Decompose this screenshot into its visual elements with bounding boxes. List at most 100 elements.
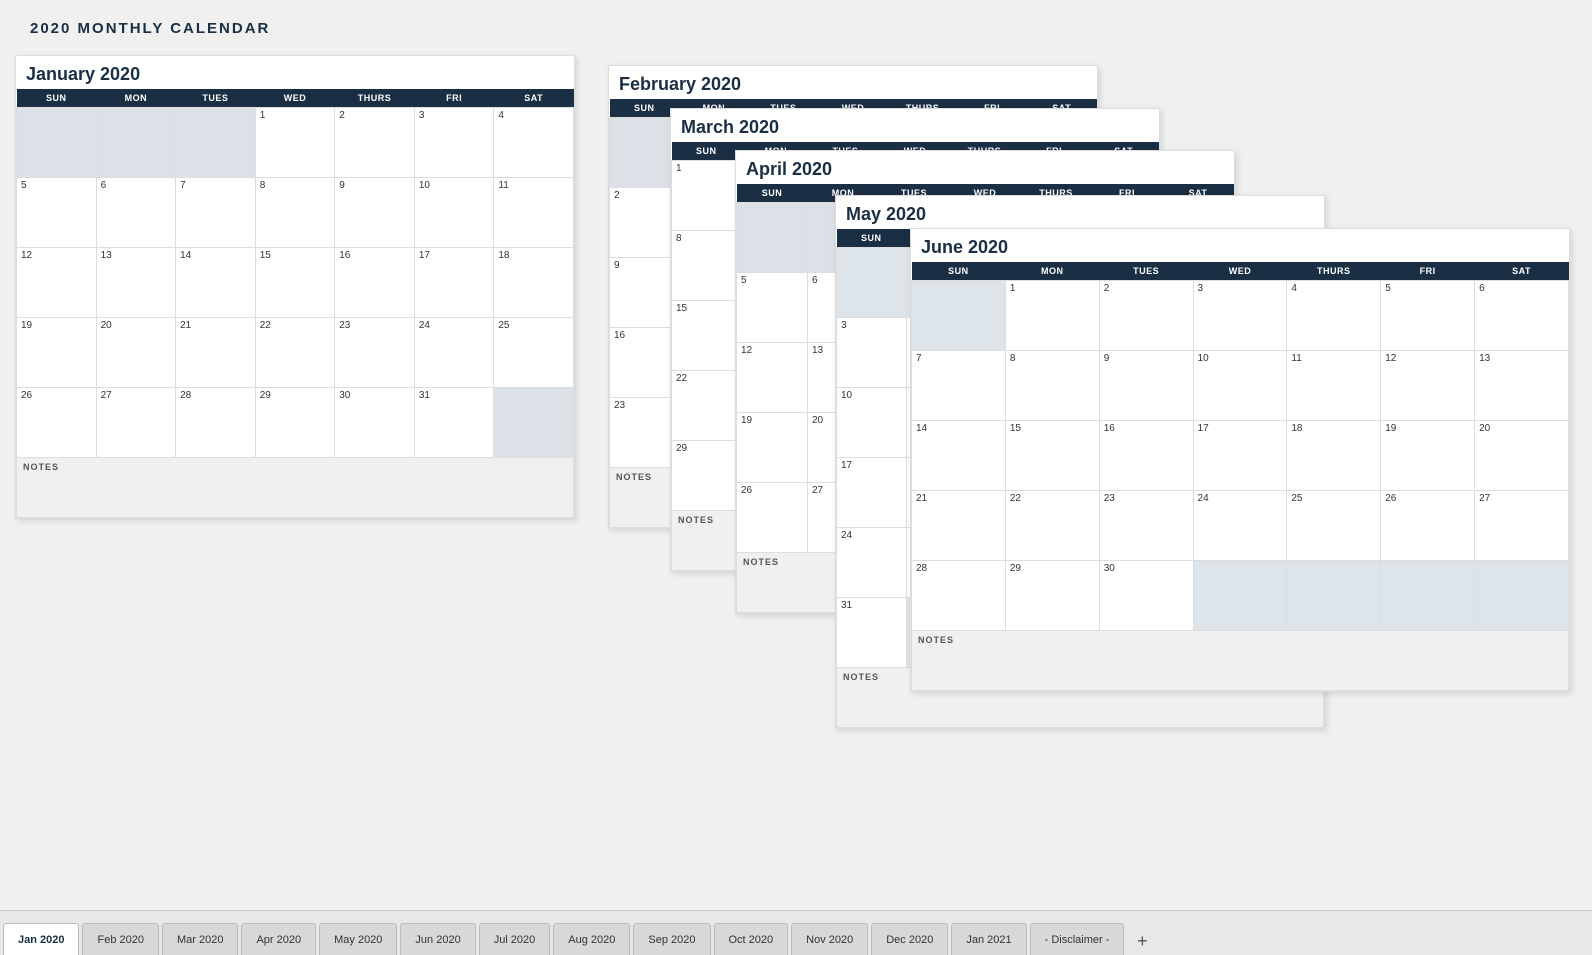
- calendar-cell: [494, 388, 574, 458]
- calendar-cell: 1: [1005, 281, 1099, 351]
- tab-apr2020[interactable]: Apr 2020: [241, 923, 316, 955]
- tab-disclaimer[interactable]: - Disclaimer -: [1030, 923, 1125, 955]
- calendar-cell: 7: [176, 178, 256, 248]
- day-header: FRI: [1381, 262, 1475, 281]
- day-header: SAT: [1475, 262, 1569, 281]
- calendar-cell: 1: [672, 161, 742, 231]
- day-header: WED: [1193, 262, 1287, 281]
- day-header: SUN: [672, 142, 742, 161]
- month-title-apr: April 2020: [736, 151, 1234, 184]
- calendar-cell: 2: [1099, 281, 1193, 351]
- day-header: FRI: [414, 89, 494, 108]
- calendar-cell: 29: [255, 388, 335, 458]
- calendar-cell: 9: [335, 178, 415, 248]
- tab-jul2020[interactable]: Jul 2020: [479, 923, 551, 955]
- calendar-cell: 28: [176, 388, 256, 458]
- calendar-cell: 11: [494, 178, 574, 248]
- calendar-cell: 15: [1005, 421, 1099, 491]
- calendar-cell: 10: [414, 178, 494, 248]
- tab-oct2020[interactable]: Oct 2020: [714, 923, 789, 955]
- calendar-cell: 16: [1099, 421, 1193, 491]
- tab-aug2020[interactable]: Aug 2020: [553, 923, 630, 955]
- calendar-cell: 6: [1475, 281, 1569, 351]
- calendar-cell: 15: [255, 248, 335, 318]
- tab-mar2020[interactable]: Mar 2020: [162, 923, 238, 955]
- calendar-table-jan: SUNMONTUESWEDTHURSFRISAT1234567891011121…: [16, 89, 574, 518]
- calendar-cell: 4: [1287, 281, 1381, 351]
- month-title-may: May 2020: [836, 196, 1324, 229]
- tab-nov2020[interactable]: Nov 2020: [791, 923, 868, 955]
- calendar-cell: 27: [1475, 491, 1569, 561]
- calendar-cell: 23: [610, 398, 680, 468]
- tab-jan2020[interactable]: Jan 2020: [3, 923, 79, 955]
- page-title: 2020 MONTHLY CALENDAR: [30, 20, 1562, 37]
- day-header: TUES: [1099, 262, 1193, 281]
- calendar-cell: 8: [255, 178, 335, 248]
- main-area: 2020 MONTHLY CALENDAR January 2020SUNMON…: [0, 0, 1592, 910]
- calendar-cell: 20: [1475, 421, 1569, 491]
- day-header: THURS: [335, 89, 415, 108]
- calendar-cell: [1287, 561, 1381, 631]
- calendar-cell: 13: [1475, 351, 1569, 421]
- calendar-cell: 24: [414, 318, 494, 388]
- calendar-cell: 29: [1005, 561, 1099, 631]
- calendar-cell: 28: [912, 561, 1006, 631]
- calendar-cell: 23: [1099, 491, 1193, 561]
- calendar-cell: 17: [837, 458, 907, 528]
- calendar-cell: 17: [414, 248, 494, 318]
- tab-feb2020[interactable]: Feb 2020: [82, 923, 158, 955]
- add-tab-button[interactable]: +: [1128, 927, 1156, 955]
- calendar-cell: 22: [672, 371, 742, 441]
- tab-may2020[interactable]: May 2020: [319, 923, 397, 955]
- month-title-jan: January 2020: [16, 56, 574, 89]
- calendar-cell: 24: [837, 528, 907, 598]
- notes-jan: NOTES: [17, 458, 574, 518]
- calendar-cell: 21: [912, 491, 1006, 561]
- calendar-cell: 7: [912, 351, 1006, 421]
- calendar-cell: 8: [672, 231, 742, 301]
- calendar-cell: [96, 108, 176, 178]
- day-header: SUN: [737, 184, 808, 203]
- notes-jun: NOTES: [912, 631, 1569, 691]
- calendar-cell: 4: [494, 108, 574, 178]
- calendar-cell: [1381, 561, 1475, 631]
- calendar-cell: [610, 118, 680, 188]
- calendar-cell: 3: [414, 108, 494, 178]
- tab-bar: Jan 2020Feb 2020Mar 2020Apr 2020May 2020…: [0, 910, 1592, 955]
- calendar-jan: January 2020SUNMONTUESWEDTHURSFRISAT1234…: [15, 55, 575, 519]
- calendar-cell: [737, 203, 808, 273]
- day-header: THURS: [1287, 262, 1381, 281]
- day-header: SUN: [17, 89, 97, 108]
- day-header: SUN: [912, 262, 1006, 281]
- tab-jun2020[interactable]: Jun 2020: [400, 923, 475, 955]
- calendar-cell: 30: [335, 388, 415, 458]
- calendar-cell: 30: [1099, 561, 1193, 631]
- calendar-cell: 5: [17, 178, 97, 248]
- tab-dec2020[interactable]: Dec 2020: [871, 923, 948, 955]
- calendar-cell: 11: [1287, 351, 1381, 421]
- calendar-cell: 18: [494, 248, 574, 318]
- calendar-cell: 31: [837, 598, 907, 668]
- calendar-cell: 9: [610, 258, 680, 328]
- calendar-cell: 27: [96, 388, 176, 458]
- calendar-cell: 12: [1381, 351, 1475, 421]
- calendar-cell: 12: [737, 343, 808, 413]
- calendar-cell: 8: [1005, 351, 1099, 421]
- calendar-cell: 26: [737, 483, 808, 553]
- calendar-cell: 24: [1193, 491, 1287, 561]
- calendar-cell: 2: [610, 188, 680, 258]
- calendar-cell: 29: [672, 441, 742, 511]
- calendar-jun: June 2020SUNMONTUESWEDTHURSFRISAT1234567…: [910, 228, 1570, 692]
- day-header: SAT: [494, 89, 574, 108]
- calendar-cell: [1193, 561, 1287, 631]
- calendar-cell: 14: [176, 248, 256, 318]
- tab-sep2020[interactable]: Sep 2020: [633, 923, 710, 955]
- calendar-cell: 19: [737, 413, 808, 483]
- calendar-cell: 17: [1193, 421, 1287, 491]
- calendar-cell: 21: [176, 318, 256, 388]
- tab-jan2021[interactable]: Jan 2021: [951, 923, 1026, 955]
- calendar-cell: 16: [335, 248, 415, 318]
- calendar-cell: 13: [96, 248, 176, 318]
- calendar-cell: 12: [17, 248, 97, 318]
- calendar-cell: 10: [837, 388, 907, 458]
